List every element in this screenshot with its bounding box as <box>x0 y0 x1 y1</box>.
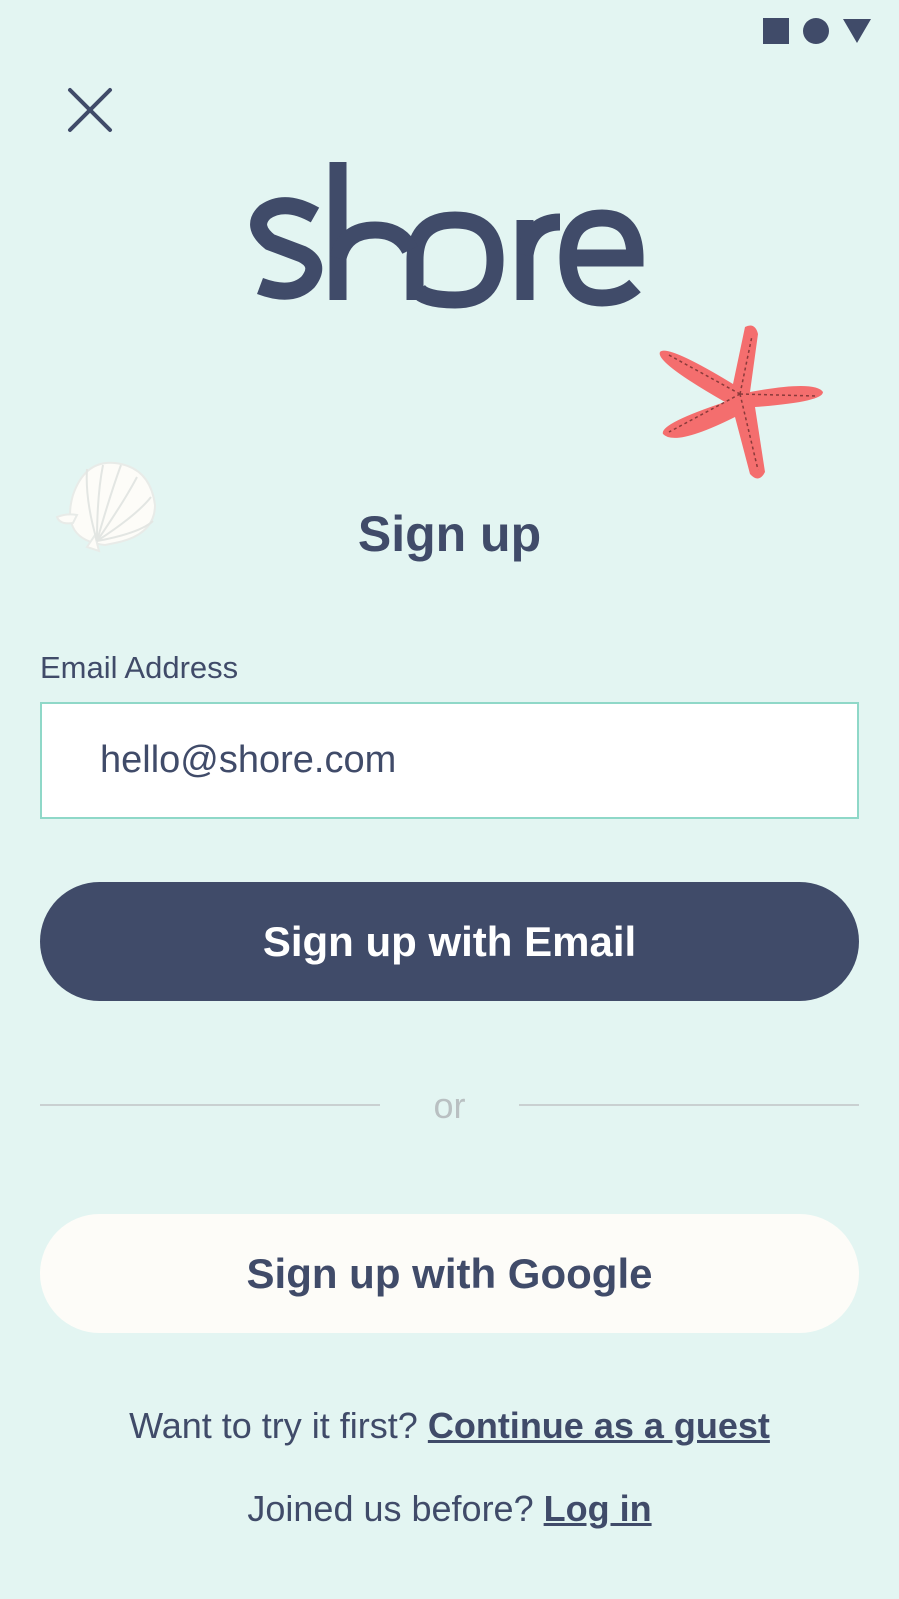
sign-up-google-button[interactable]: Sign up with Google <box>40 1214 859 1333</box>
divider-text: or <box>433 1085 466 1126</box>
continue-as-guest-link[interactable]: Continue as a guest <box>428 1405 770 1446</box>
email-field[interactable] <box>40 702 859 819</box>
email-label: Email Address <box>40 650 239 685</box>
shore-logo <box>250 150 650 320</box>
close-button[interactable] <box>62 82 118 138</box>
close-icon <box>68 88 112 132</box>
triangle-icon <box>843 19 871 43</box>
guest-prompt-row: Want to try it first? Continue as a gues… <box>0 1405 899 1447</box>
login-prompt-row: Joined us before? Log in <box>0 1488 899 1530</box>
status-bar-icons <box>763 18 871 44</box>
guest-prompt-text: Want to try it first? <box>129 1405 418 1446</box>
log-in-link[interactable]: Log in <box>544 1488 652 1529</box>
page-title: Sign up <box>357 506 542 562</box>
login-prompt-text: Joined us before? <box>247 1488 534 1529</box>
divider-line-right <box>519 1104 859 1106</box>
starfish-illustration <box>655 322 830 487</box>
or-divider: or <box>40 1085 859 1126</box>
square-icon <box>763 18 789 44</box>
circle-icon <box>803 18 829 44</box>
sign-up-email-button[interactable]: Sign up with Email <box>40 882 859 1001</box>
